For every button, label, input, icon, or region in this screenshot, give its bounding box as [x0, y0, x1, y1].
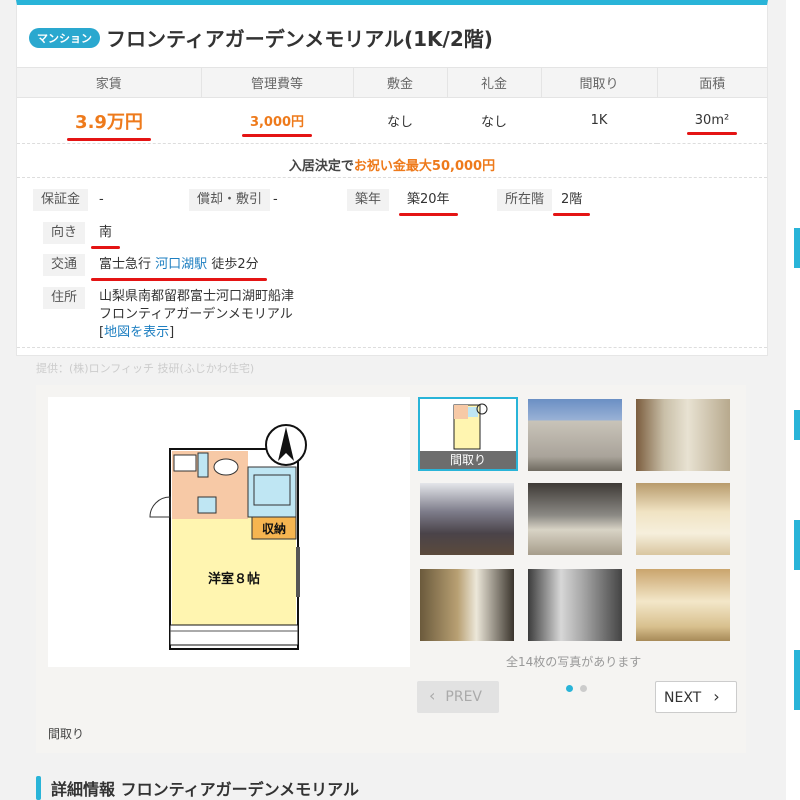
header-rent: 家賃: [17, 67, 202, 98]
title-row: マンション フロンティアガーデンメモリアル(1K/2階): [29, 23, 493, 52]
property-title: フロンティアガーデンメモリアル(1K/2階): [106, 27, 493, 51]
price-table: 家賃 管理費等 敷金 礼金 間取り 面積 3.9万円 3,000円 なし なし …: [17, 67, 767, 144]
price-table-header: 家賃 管理費等 敷金 礼金 間取り 面積: [17, 67, 767, 98]
header-deposit: 敷金: [353, 67, 448, 98]
thumbnail-toilet[interactable]: [420, 569, 514, 641]
section-heading: 詳細情報 フロンティアガーデンメモリアル: [36, 776, 359, 800]
transport-value: 富士急行 河口湖駅 徒歩2分: [91, 256, 267, 281]
guarantee-value: -: [99, 192, 104, 207]
thumbnail-balcony[interactable]: [528, 569, 622, 641]
depreciation-label: 償却・敷引: [189, 189, 271, 211]
thumbnail-floorplan[interactable]: 間取り: [418, 397, 518, 471]
transport-label: 交通: [43, 254, 86, 276]
pager-dot-active[interactable]: [566, 685, 573, 692]
area-cell: 30m²: [657, 97, 767, 144]
thumbnail-washroom[interactable]: [636, 569, 730, 641]
address-value: 山梨県南都留郡富士河口湖町船津 フロンティアガーデンメモリアル [地図を表示]: [99, 288, 294, 342]
thumbnail-entrance[interactable]: [636, 399, 730, 471]
chevron-left-icon: ‹: [429, 686, 436, 705]
property-type-badge: マンション: [29, 27, 100, 48]
right-panel-strip: [786, 0, 800, 800]
direction-label: 向き: [43, 222, 86, 244]
floorplan-drawing: 収納 洋室８帖: [149, 424, 307, 650]
next-button[interactable]: NEXT ›: [655, 681, 737, 713]
header-key-money: 礼金: [447, 67, 542, 98]
right-panel-accent: [794, 410, 800, 440]
rent-value: 3.9万円: [67, 108, 151, 141]
key-money-value: なし: [447, 97, 541, 144]
header-layout: 間取り: [541, 67, 658, 98]
walk-time: 徒歩2分: [211, 257, 259, 272]
rent-cell: 3.9万円: [17, 97, 201, 144]
management-fee-value: 3,000円: [241, 111, 313, 137]
chevron-right-icon: ›: [713, 687, 720, 706]
address-label: 住所: [43, 287, 86, 309]
prev-label: PREV: [445, 689, 482, 705]
section-title: 詳細情報 フロンティアガーデンメモリアル: [51, 780, 359, 799]
photo-count-text: 全14枚の写真があります: [506, 655, 642, 669]
thumbnail-room[interactable]: [420, 483, 514, 555]
right-panel-accent: [794, 228, 800, 268]
layout-value: 1K: [541, 97, 657, 144]
deposit-value: なし: [353, 97, 447, 144]
provider-note: 提供：(株)ロンフィッチ 技研(ふじかわ住宅): [36, 362, 255, 375]
room-label: 洋室８帖: [208, 571, 260, 587]
building-age-label: 築年: [347, 189, 390, 211]
move-in-bonus-banner: 入居決定でお祝い金最大50,000円: [17, 155, 767, 174]
property-summary-card: マンション フロンティアガーデンメモリアル(1K/2階) 家賃 管理費等 敷金 …: [16, 0, 768, 356]
photo-gallery: 収納 洋室８帖 間取り 間取り 全14枚の写真があります ‹ PREV NEXT: [36, 385, 746, 753]
thumbnail-caption: 間取り: [420, 451, 516, 469]
management-fee-cell: 3,000円: [201, 97, 353, 144]
promo-prefix: 入居決定で: [288, 159, 354, 174]
main-photo-caption: 間取り: [48, 727, 85, 741]
depreciation-value: -: [273, 192, 278, 207]
address-line-1: 山梨県南都留郡富士河口湖町船津: [99, 289, 295, 304]
station-link[interactable]: 河口湖駅: [155, 257, 207, 272]
area-value: 30m²: [686, 113, 738, 135]
thumbnail-exterior[interactable]: [528, 399, 622, 471]
divider: [17, 177, 767, 178]
map-link-row: [地図を表示]: [99, 324, 294, 342]
header-management-fee: 管理費等: [201, 67, 354, 98]
storage-label: 収納: [262, 521, 286, 536]
right-panel-accent: [794, 520, 800, 570]
floor-label: 所在階: [497, 189, 553, 211]
header-area: 面積: [657, 67, 767, 98]
promo-highlight: お祝い金最大50,000円: [353, 159, 496, 174]
building-age-value: 築20年: [399, 192, 458, 216]
address-line-2: フロンティアガーデンメモリアル: [99, 307, 293, 322]
section-accent-bar: [36, 776, 41, 800]
direction-value: 南: [90, 225, 121, 249]
bracket-close: ]: [169, 325, 175, 340]
thumbnail-floorplan-drawing: [453, 403, 488, 450]
thumbnail-kitchen[interactable]: [528, 483, 622, 555]
transport-line: 富士急行: [99, 257, 152, 272]
divider: [17, 347, 767, 348]
price-table-values: 3.9万円 3,000円 なし なし 1K 30m²: [17, 97, 767, 144]
guarantee-label: 保証金: [33, 189, 89, 211]
right-panel-accent: [794, 650, 800, 710]
show-map-link[interactable]: 地図を表示: [104, 325, 169, 340]
prev-button[interactable]: ‹ PREV: [417, 681, 499, 713]
pager-dot[interactable]: [580, 685, 587, 692]
thumbnail-bathroom[interactable]: [636, 483, 730, 555]
main-floorplan-image[interactable]: 収納 洋室８帖: [48, 397, 410, 667]
next-label: NEXT: [664, 690, 702, 706]
floor-value: 2階: [552, 192, 591, 216]
